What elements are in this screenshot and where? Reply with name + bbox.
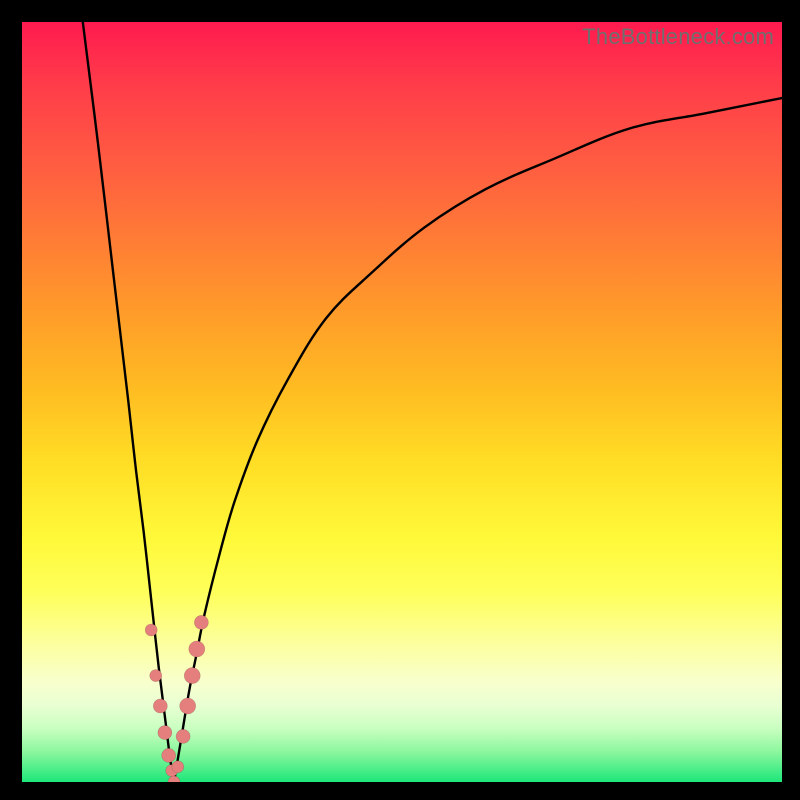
watermark-text: TheBottleneck.com <box>582 24 774 50</box>
curve-layer <box>22 22 782 782</box>
left-branch-curve <box>83 22 174 782</box>
marker-dot <box>176 729 190 743</box>
marker-dot <box>162 748 176 762</box>
marker-dot <box>194 615 208 629</box>
plot-area: TheBottleneck.com <box>22 22 782 782</box>
marker-dot <box>158 726 172 740</box>
right-branch-curve <box>174 98 782 782</box>
marker-dot <box>172 761 184 773</box>
marker-dot <box>168 776 180 782</box>
marker-dot <box>150 670 162 682</box>
marker-dot <box>189 641 205 657</box>
marker-dot <box>153 699 167 713</box>
marker-dot <box>145 624 157 636</box>
marker-dot <box>180 698 196 714</box>
marker-dot <box>184 668 200 684</box>
chart-frame: TheBottleneck.com <box>0 0 800 800</box>
